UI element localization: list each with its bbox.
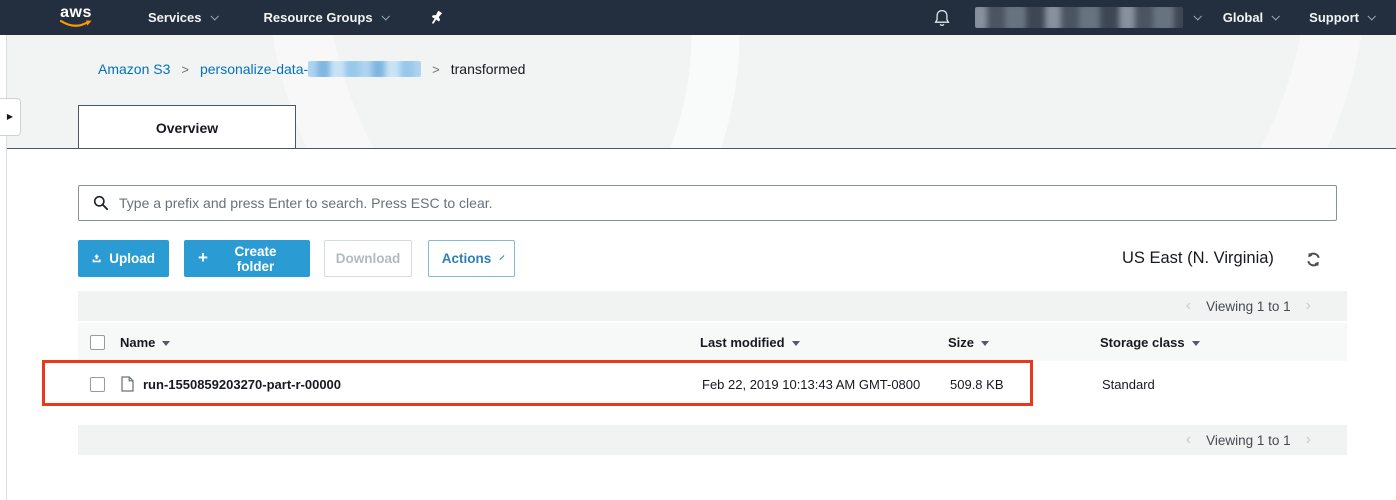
nav-support-label: Support xyxy=(1309,10,1359,25)
upload-button[interactable]: Upload xyxy=(78,240,169,277)
column-header-name[interactable]: Name xyxy=(112,335,700,350)
column-header-last-modified[interactable]: Last modified xyxy=(700,335,948,350)
column-header-storage-class[interactable]: Storage class xyxy=(1100,335,1347,350)
pagination-bar-bottom: ‹ Viewing 1 to 1 › xyxy=(78,425,1347,455)
chevron-down-icon xyxy=(500,255,505,260)
chevron-down-icon xyxy=(1272,12,1280,20)
refresh-button[interactable] xyxy=(1305,251,1322,273)
upload-button-label: Upload xyxy=(109,251,155,266)
redacted-account-name xyxy=(975,7,1183,28)
triangle-right-icon: ▶ xyxy=(7,113,13,121)
page-next-icon[interactable]: › xyxy=(1306,431,1311,449)
bell-icon[interactable] xyxy=(934,9,950,27)
actions-button-label: Actions xyxy=(442,251,492,266)
search-input[interactable] xyxy=(119,195,1336,211)
pagination-label: Viewing 1 to 1 xyxy=(1206,299,1291,314)
aws-smile-icon xyxy=(59,19,92,29)
row-checkbox-cell xyxy=(78,377,112,392)
breadcrumb-bucket-prefix: personalize-data- xyxy=(200,61,308,77)
nav-resource-groups-label: Resource Groups xyxy=(264,10,373,25)
region-label: US East (N. Virginia) xyxy=(1122,249,1274,268)
file-icon xyxy=(121,376,134,392)
column-header-name-label: Name xyxy=(120,335,155,350)
row-storage-class: Standard xyxy=(1100,377,1347,392)
s3-console-screen: aws Services Resource Groups xyxy=(0,0,1396,500)
aws-logo[interactable]: aws xyxy=(57,5,95,31)
nav-global-label: Global xyxy=(1223,10,1263,25)
toolbar: Upload + Create folder Download Actions xyxy=(78,240,515,277)
breadcrumb-current: transformed xyxy=(451,61,526,77)
breadcrumb-bucket[interactable]: personalize-data- xyxy=(200,61,421,77)
download-button-label: Download xyxy=(336,251,401,266)
plus-icon: + xyxy=(198,248,208,268)
actions-button[interactable]: Actions xyxy=(428,240,515,277)
chevron-down-icon xyxy=(381,12,389,20)
table-row: run-1550859203270-part-r-00000 Feb 22, 2… xyxy=(78,363,1347,405)
tab-overview-label: Overview xyxy=(156,120,218,136)
upload-icon xyxy=(92,251,101,266)
chevron-down-icon xyxy=(210,12,218,20)
pagination-bar-top: ‹ Viewing 1 to 1 › xyxy=(78,291,1347,321)
row-checkbox[interactable] xyxy=(90,377,105,392)
table-header-row: Name Last modified Size Storage class xyxy=(78,323,1347,361)
top-navbar: aws Services Resource Groups xyxy=(0,0,1396,35)
refresh-icon xyxy=(1305,251,1322,268)
nav-support[interactable]: Support xyxy=(1309,10,1374,25)
pagination-label: Viewing 1 to 1 xyxy=(1206,433,1291,448)
pushpin-icon[interactable] xyxy=(430,10,443,25)
nav-resource-groups[interactable]: Resource Groups xyxy=(264,10,388,25)
chevron-down-icon xyxy=(1367,12,1375,20)
column-header-storage-class-label: Storage class xyxy=(1100,335,1185,350)
sidebar-expand-handle[interactable]: ▶ xyxy=(0,98,21,136)
download-button[interactable]: Download xyxy=(324,240,412,277)
column-header-last-modified-label: Last modified xyxy=(700,335,785,350)
create-folder-button[interactable]: + Create folder xyxy=(184,240,310,277)
create-folder-button-label: Create folder xyxy=(215,244,296,274)
account-menu[interactable] xyxy=(975,7,1200,28)
breadcrumb-separator: > xyxy=(181,62,189,77)
page-header-band: Amazon S3 > personalize-data- > transfor… xyxy=(7,35,1396,149)
chevron-down-icon xyxy=(1193,12,1201,20)
sort-caret-icon xyxy=(981,341,989,346)
tab-overview[interactable]: Overview xyxy=(78,105,296,149)
breadcrumb-amazon-s3[interactable]: Amazon S3 xyxy=(98,61,170,77)
nav-services-label: Services xyxy=(148,10,202,25)
nav-region-global[interactable]: Global xyxy=(1223,10,1278,25)
page-prev-icon[interactable]: ‹ xyxy=(1186,431,1191,449)
row-last-modified: Feb 22, 2019 10:13:43 AM GMT-0800 xyxy=(700,377,948,392)
search-icon xyxy=(93,195,109,211)
row-name-cell: run-1550859203270-part-r-00000 xyxy=(112,376,700,392)
breadcrumb: Amazon S3 > personalize-data- > transfor… xyxy=(98,61,525,77)
row-size: 509.8 KB xyxy=(948,377,1100,392)
column-header-size-label: Size xyxy=(948,335,974,350)
page-prev-icon[interactable]: ‹ xyxy=(1186,297,1191,315)
sort-caret-icon xyxy=(1192,341,1200,346)
search-box[interactable] xyxy=(78,185,1337,221)
redacted-bucket-name xyxy=(308,61,421,77)
nav-right-group: Global Support xyxy=(934,7,1374,28)
column-header-size[interactable]: Size xyxy=(948,335,1100,350)
sort-caret-icon xyxy=(792,341,800,346)
breadcrumb-separator: > xyxy=(432,62,440,77)
sort-caret-icon xyxy=(162,341,170,346)
nav-services[interactable]: Services xyxy=(148,10,217,25)
page-next-icon[interactable]: › xyxy=(1306,297,1311,315)
object-name-link[interactable]: run-1550859203270-part-r-00000 xyxy=(143,377,341,392)
select-all-checkbox[interactable] xyxy=(90,335,105,350)
select-all-cell xyxy=(78,335,112,350)
